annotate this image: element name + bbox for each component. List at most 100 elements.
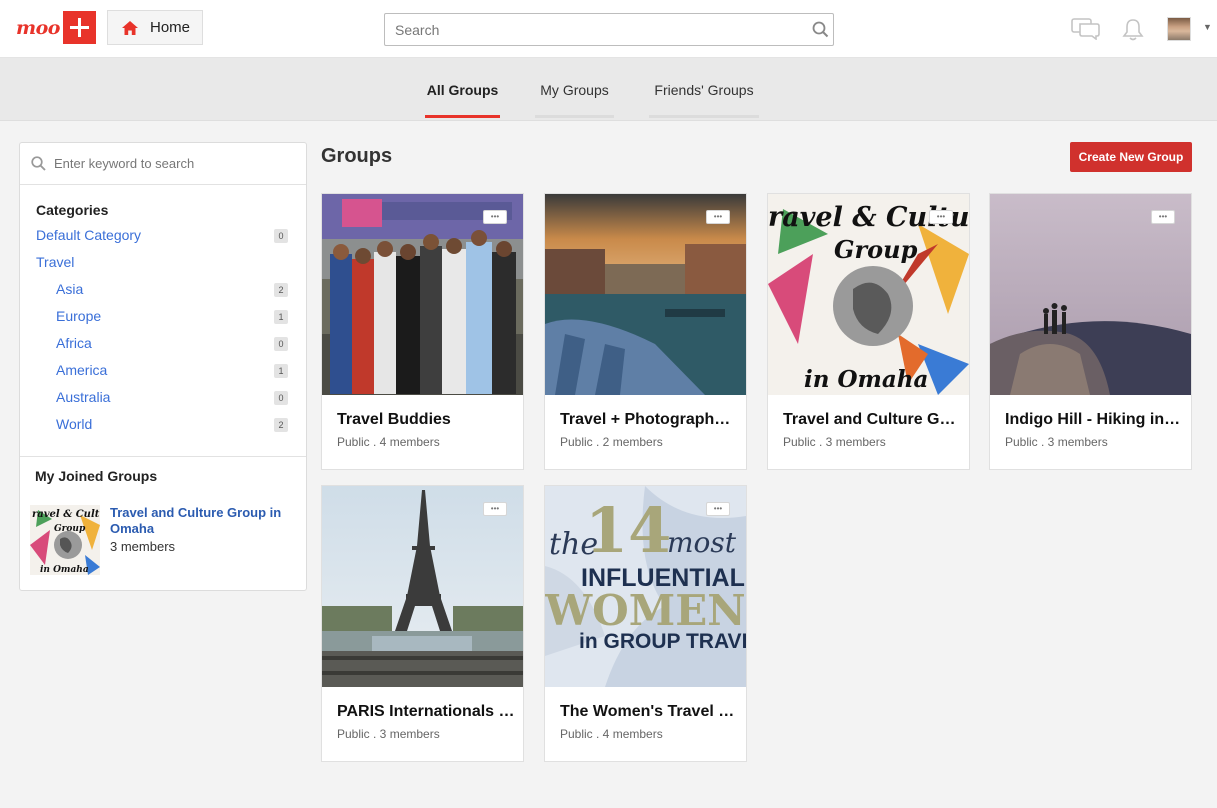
image-text: in Omaha [804, 366, 928, 393]
search-input[interactable] [385, 14, 785, 45]
group-name[interactable]: The Women's Travel Gr... [560, 703, 738, 721]
create-group-button[interactable]: Create New Group [1070, 142, 1192, 172]
group-name[interactable]: Indigo Hill - Hiking in K... [1005, 411, 1183, 429]
more-options-button[interactable]: ••• [483, 210, 507, 224]
tab-underline [535, 115, 614, 118]
joined-group-thumbnail[interactable]: ravel & Cultu Group in Omaha [30, 505, 100, 575]
top-header: moo Home ▼ [0, 0, 1217, 58]
category-label: Australia [56, 389, 111, 405]
joined-group-item[interactable]: ravel & Cultu Group in Omaha Travel and … [30, 505, 300, 577]
sidebar-divider [20, 456, 306, 457]
group-name[interactable]: PARIS Internationals & ... [337, 703, 515, 721]
more-options-button[interactable]: ••• [929, 210, 953, 224]
group-photo [322, 194, 523, 395]
group-meta: Public . 4 members [337, 435, 440, 449]
global-search [384, 13, 834, 46]
sidebar-search [20, 143, 306, 185]
chevron-down-icon[interactable]: ▼ [1203, 22, 1212, 32]
tab-label: All Groups [426, 81, 499, 98]
category-count: 0 [274, 229, 288, 243]
thumbnail-text: ravel & Cultu [32, 509, 100, 520]
page-title: Groups [321, 145, 393, 167]
group-card[interactable]: the 14 most INFLUENTIAL WOMEN in GROUP T… [544, 485, 747, 762]
category-asia[interactable]: Asia 2 [56, 281, 288, 301]
group-cover-image[interactable] [545, 194, 746, 395]
more-options-button[interactable]: ••• [483, 502, 507, 516]
category-count: 0 [274, 391, 288, 405]
more-options-button[interactable]: ••• [706, 502, 730, 516]
group-cover-image[interactable] [990, 194, 1191, 395]
category-label: World [56, 416, 93, 432]
group-name[interactable]: Travel Buddies [337, 411, 515, 429]
group-photo [990, 194, 1191, 395]
category-label: Asia [56, 281, 84, 297]
tab-label: My Groups [540, 81, 609, 98]
tab-underline [425, 115, 500, 118]
category-count: 1 [274, 364, 288, 378]
thumbnail-text: in Omaha [40, 565, 89, 575]
group-cover-image[interactable]: ravel & Cultu Group in Omaha [768, 194, 969, 395]
thumbnail-text: Group [54, 524, 86, 534]
home-icon [122, 20, 138, 35]
keyword-search-input[interactable] [54, 143, 294, 184]
category-default[interactable]: Default Category 0 [36, 227, 288, 247]
joined-group-name[interactable]: Travel and Culture Group in Omaha [110, 505, 290, 537]
category-america[interactable]: America 1 [56, 362, 288, 382]
categories-heading: Categories [36, 202, 109, 218]
messages-icon[interactable] [1071, 18, 1100, 40]
category-world[interactable]: World 2 [56, 416, 288, 436]
group-photo: the 14 most INFLUENTIAL WOMEN in GROUP T… [545, 486, 746, 687]
group-meta: Public . 3 members [337, 727, 440, 741]
group-name[interactable]: Travel + Photography M... [560, 411, 738, 429]
category-count: 1 [274, 310, 288, 324]
category-travel[interactable]: Travel [36, 254, 288, 274]
more-options-button[interactable]: ••• [706, 210, 730, 224]
image-text: most [667, 526, 737, 559]
plus-icon [62, 11, 96, 44]
group-card[interactable]: ••• Indigo Hill - Hiking in K... Public … [989, 193, 1192, 470]
group-card[interactable]: ••• Travel + Photography M... Public . 2… [544, 193, 747, 470]
group-tabs: All Groups My Groups Friends' Groups [0, 58, 1217, 121]
image-text: WOMEN [545, 586, 746, 635]
group-meta: Public . 2 members [560, 435, 663, 449]
image-text: 14 [585, 494, 671, 567]
tab-underline [649, 115, 759, 118]
group-photo [545, 194, 746, 395]
logo-text: moo [16, 16, 60, 39]
group-name[interactable]: Travel and Culture Grou... [783, 411, 961, 429]
group-meta: Public . 3 members [783, 435, 886, 449]
joined-groups-heading: My Joined Groups [35, 468, 158, 484]
joined-group-members: 3 members [110, 539, 176, 554]
category-label: Travel [36, 254, 75, 270]
category-count: 0 [274, 337, 288, 351]
group-card[interactable]: ravel & Cultu Group in Omaha ••• Travel … [767, 193, 970, 470]
site-logo[interactable]: moo [16, 11, 96, 44]
category-africa[interactable]: Africa 0 [56, 335, 288, 355]
tab-my-groups[interactable]: My Groups [535, 58, 614, 121]
group-card[interactable]: ••• PARIS Internationals & ... Public . … [321, 485, 524, 762]
group-cover-image[interactable]: the 14 most INFLUENTIAL WOMEN in GROUP T… [545, 486, 746, 687]
category-count: 2 [274, 283, 288, 297]
more-options-button[interactable]: ••• [1151, 210, 1175, 224]
category-australia[interactable]: Australia 0 [56, 389, 288, 409]
bell-icon[interactable] [1122, 18, 1144, 41]
sidebar: Categories Default Category 0 Travel Asi… [19, 142, 307, 591]
group-cover-image[interactable] [322, 194, 523, 395]
category-europe[interactable]: Europe 1 [56, 308, 288, 328]
tab-friends-groups[interactable]: Friends' Groups [649, 58, 759, 121]
search-icon[interactable] [812, 21, 829, 38]
group-cover-image[interactable] [322, 486, 523, 687]
category-label: Europe [56, 308, 102, 324]
home-button[interactable]: Home [107, 10, 203, 45]
image-text: in GROUP TRAVEL [579, 630, 746, 653]
category-label: America [56, 362, 108, 378]
group-meta: Public . 3 members [1005, 435, 1108, 449]
image-text: Group [834, 235, 918, 264]
group-card[interactable]: ••• Travel Buddies Public . 4 members [321, 193, 524, 470]
tab-all-groups[interactable]: All Groups [425, 58, 500, 121]
category-label: Africa [56, 335, 92, 351]
tab-label: Friends' Groups [654, 81, 754, 98]
group-photo: ravel & Cultu Group in Omaha [768, 194, 969, 395]
search-icon [31, 156, 46, 171]
user-avatar[interactable] [1167, 17, 1191, 41]
